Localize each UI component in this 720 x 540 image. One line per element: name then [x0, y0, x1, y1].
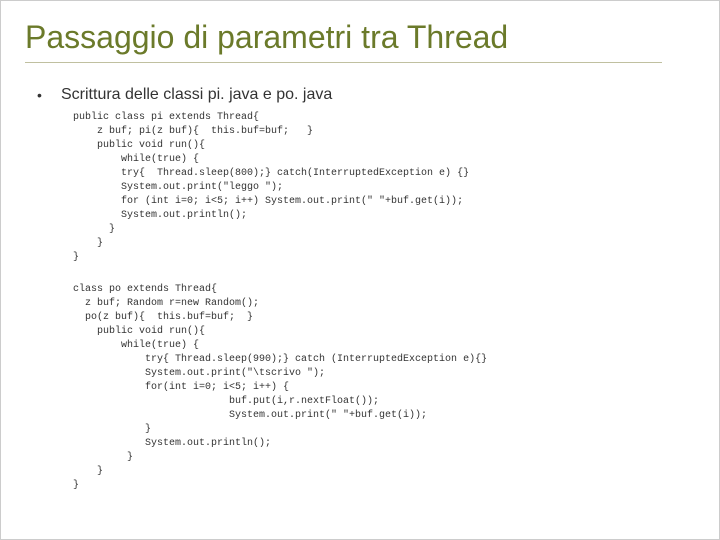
bullet-row: • Scrittura delle classi pi. java e po. … [37, 85, 695, 105]
code-block-pi: public class pi extends Thread{ z buf; p… [73, 111, 695, 265]
code-block-po: class po extends Thread{ z buf; Random r… [73, 283, 695, 493]
title-rule [25, 62, 662, 63]
bullet-text: Scrittura delle classi pi. java e po. ja… [61, 85, 332, 105]
slide-title: Passaggio di parametri tra Thread [25, 19, 695, 56]
bullet-marker: • [37, 85, 61, 105]
slide: Passaggio di parametri tra Thread • Scri… [0, 0, 720, 540]
